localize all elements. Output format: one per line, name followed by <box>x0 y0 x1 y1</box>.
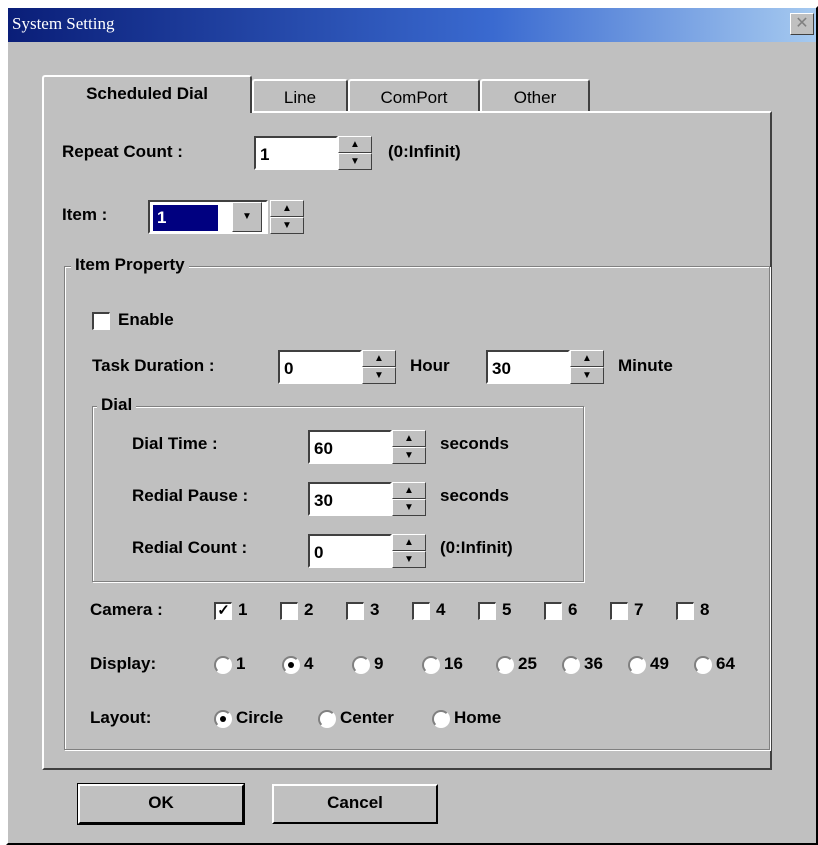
redial-count-label: Redial Count : <box>132 538 248 557</box>
spin-down-icon[interactable]: ▼ <box>362 367 396 384</box>
display-label: Display: <box>90 654 157 673</box>
camera-label: Camera : <box>90 600 163 619</box>
minute-spinner[interactable]: ▲ ▼ <box>570 350 604 384</box>
camera-checkbox-3[interactable] <box>346 602 364 620</box>
spin-down-icon[interactable]: ▼ <box>392 447 426 464</box>
layout-option-label: Center <box>340 708 394 727</box>
item-select-value: 1 <box>153 205 219 231</box>
camera-option-label: 7 <box>634 600 644 619</box>
repeat-count-input[interactable]: 1 <box>254 136 338 170</box>
display-radio-1[interactable] <box>214 656 232 674</box>
spin-up-icon[interactable]: ▲ <box>392 482 426 499</box>
item-spinner[interactable]: ▲ ▼ <box>270 200 304 234</box>
camera-option-label: 1 <box>238 600 248 619</box>
camera-checkbox-1[interactable]: ✓ <box>214 602 232 620</box>
spin-up-icon[interactable]: ▲ <box>570 350 604 367</box>
camera-checkbox-5[interactable] <box>478 602 496 620</box>
spin-down-icon[interactable]: ▼ <box>392 551 426 568</box>
minute-input[interactable]: 30 <box>486 350 570 384</box>
spin-up-icon[interactable]: ▲ <box>392 534 426 551</box>
radio-dot-icon <box>220 716 226 722</box>
hour-spinner[interactable]: ▲ ▼ <box>362 350 396 384</box>
display-radio-64[interactable] <box>694 656 712 674</box>
repeat-count-label: Repeat Count : <box>62 142 183 161</box>
layout-label: Layout: <box>90 708 152 727</box>
display-option-label: 25 <box>518 654 537 673</box>
enable-checkbox[interactable] <box>92 312 110 330</box>
spin-down-icon[interactable]: ▼ <box>338 153 372 170</box>
dial-time-spinner[interactable]: ▲ ▼ <box>392 430 426 464</box>
camera-checkbox-6[interactable] <box>544 602 562 620</box>
layout-option-label: Circle <box>236 708 284 727</box>
display-radio-16[interactable] <box>422 656 440 674</box>
display-option-label: 16 <box>444 654 463 673</box>
close-icon[interactable]: ✕ <box>790 13 814 35</box>
spin-up-icon[interactable]: ▲ <box>338 136 372 153</box>
dial-legend: Dial <box>97 395 137 415</box>
tab-line[interactable]: Line <box>252 79 348 111</box>
minute-unit: Minute <box>618 356 673 375</box>
redial-count-unit: (0:Infinit) <box>440 538 513 557</box>
ok-button[interactable]: OK <box>77 783 245 825</box>
enable-label: Enable <box>118 310 174 329</box>
camera-option-label: 2 <box>304 600 314 619</box>
redial-pause-unit: seconds <box>440 486 509 505</box>
spin-up-icon[interactable]: ▲ <box>270 200 304 217</box>
dial-time-unit: seconds <box>440 434 509 453</box>
redial-pause-input[interactable]: 30 <box>308 482 392 516</box>
task-duration-label: Task Duration : <box>92 356 215 375</box>
display-option-label: 1 <box>236 654 246 673</box>
item-property-legend: Item Property <box>71 255 189 275</box>
layout-radio-center[interactable] <box>318 710 336 728</box>
system-setting-dialog: System Setting ✕ Scheduled Dial Line Com… <box>6 6 818 845</box>
chevron-down-icon[interactable]: ▼ <box>232 202 262 232</box>
display-option-label: 4 <box>304 654 314 673</box>
spin-down-icon[interactable]: ▼ <box>570 367 604 384</box>
camera-checkbox-2[interactable] <box>280 602 298 620</box>
redial-count-spinner[interactable]: ▲ ▼ <box>392 534 426 568</box>
camera-checkbox-7[interactable] <box>610 602 628 620</box>
repeat-count-spinner[interactable]: ▲ ▼ <box>338 136 372 170</box>
dial-time-label: Dial Time : <box>132 434 218 453</box>
camera-checkbox-8[interactable] <box>676 602 694 620</box>
tab-comport[interactable]: ComPort <box>348 79 480 111</box>
camera-option-label: 3 <box>370 600 380 619</box>
camera-option-label: 8 <box>700 600 710 619</box>
window-title: System Setting <box>12 14 115 33</box>
tab-scheduled-dial[interactable]: Scheduled Dial <box>42 75 252 113</box>
repeat-count-hint: (0:Infinit) <box>388 142 461 161</box>
redial-count-input[interactable]: 0 <box>308 534 392 568</box>
display-radio-25[interactable] <box>496 656 514 674</box>
camera-checkbox-4[interactable] <box>412 602 430 620</box>
redial-pause-label: Redial Pause : <box>132 486 249 505</box>
camera-option-label: 4 <box>436 600 446 619</box>
layout-option-label: Home <box>454 708 502 727</box>
layout-radio-home[interactable] <box>432 710 450 728</box>
spin-down-icon[interactable]: ▼ <box>270 217 304 234</box>
item-dropdown-button[interactable]: ▼ <box>232 202 262 232</box>
spin-down-icon[interactable]: ▼ <box>392 499 426 516</box>
item-label: Item : <box>62 205 108 224</box>
title-bar[interactable]: System Setting ✕ <box>8 8 816 42</box>
redial-pause-spinner[interactable]: ▲ ▼ <box>392 482 426 516</box>
display-option-label: 36 <box>584 654 603 673</box>
display-option-label: 49 <box>650 654 669 673</box>
hour-unit: Hour <box>410 356 450 375</box>
spin-up-icon[interactable]: ▲ <box>362 350 396 367</box>
hour-input[interactable]: 0 <box>278 350 362 384</box>
dial-time-input[interactable]: 60 <box>308 430 392 464</box>
display-radio-49[interactable] <box>628 656 646 674</box>
camera-option-label: 5 <box>502 600 512 619</box>
cancel-button[interactable]: Cancel <box>272 784 438 824</box>
tab-other[interactable]: Other <box>480 79 590 111</box>
display-radio-4[interactable] <box>282 656 300 674</box>
display-radio-9[interactable] <box>352 656 370 674</box>
spin-up-icon[interactable]: ▲ <box>392 430 426 447</box>
radio-dot-icon <box>288 662 294 668</box>
display-option-label: 64 <box>716 654 735 673</box>
layout-radio-circle[interactable] <box>214 710 232 728</box>
camera-option-label: 6 <box>568 600 578 619</box>
display-radio-36[interactable] <box>562 656 580 674</box>
display-option-label: 9 <box>374 654 384 673</box>
